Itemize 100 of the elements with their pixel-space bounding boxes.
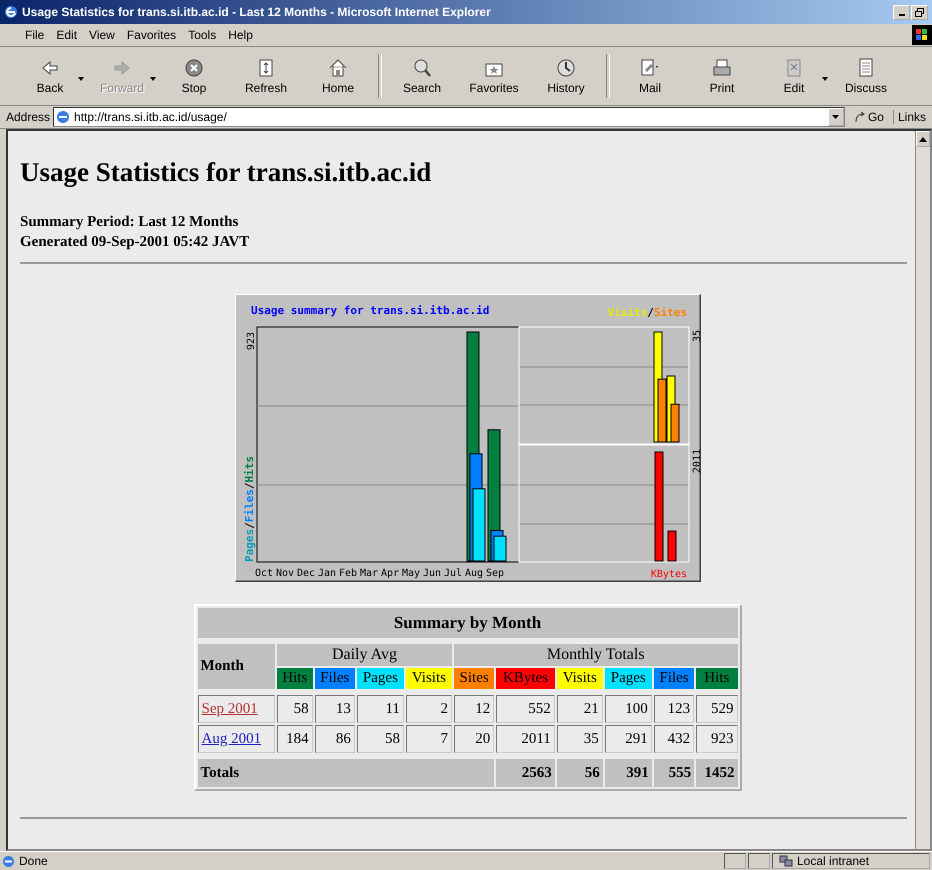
toolbar-button[interactable]: Mail	[614, 50, 686, 102]
chart-legend: Pages/Files/Hits	[242, 456, 256, 562]
toolbar-button[interactable]: Back	[14, 50, 86, 102]
toolbar-button[interactable]: Edit	[758, 50, 830, 102]
month-label: Aug	[464, 568, 483, 579]
print-icon	[711, 58, 733, 78]
table-cell: 432	[654, 725, 694, 753]
up-arrow-icon	[919, 136, 927, 142]
address-label: Address	[6, 110, 50, 124]
dropdown-button[interactable]	[828, 108, 844, 126]
address-field[interactable]: http://trans.si.itb.ac.id/usage/	[53, 107, 845, 127]
chart-legend: Visits/Sites	[607, 306, 686, 319]
toolbar-button[interactable]: Favorites	[458, 50, 530, 102]
month-label: Oct	[254, 568, 273, 579]
menu-item[interactable]: Edit	[51, 28, 82, 42]
toolbar-button[interactable]: Stop	[158, 50, 230, 102]
table-cell: 11	[356, 695, 404, 723]
column-header: Pages	[356, 668, 404, 689]
menu-item[interactable]: View	[84, 28, 120, 42]
stop-icon	[183, 58, 205, 78]
table-cell: 58	[277, 695, 313, 723]
toolbar-button[interactable]: Print	[686, 50, 758, 102]
links-button[interactable]: Links	[892, 110, 930, 124]
group-header: Monthly Totals	[454, 644, 738, 666]
toolbar-button[interactable]: History	[530, 50, 602, 102]
kbytes-bar	[667, 530, 676, 562]
table-cell: 20	[454, 725, 494, 753]
table-cell: 2	[406, 695, 452, 723]
home-icon	[327, 58, 349, 78]
total-cell: 391	[604, 759, 652, 787]
table-cell: 13	[314, 695, 355, 723]
arrow-icon	[854, 111, 866, 123]
total-cell: 1452	[696, 759, 738, 787]
toolbar-button[interactable]: Discuss	[830, 50, 902, 102]
chart-title: Usage summary for trans.si.itb.ac.id	[250, 304, 489, 317]
axis-max-label: 35	[692, 330, 700, 342]
network-icon	[779, 855, 793, 867]
menu-item[interactable]: Tools	[183, 28, 222, 42]
menu-item[interactable]: Favorites	[122, 28, 182, 42]
toolbar-button[interactable]: Search	[386, 50, 458, 102]
group-header: Daily Avg	[277, 644, 452, 666]
summary-period: Summary Period: Last 12 Months	[20, 213, 240, 232]
table-cell: 123	[654, 695, 694, 723]
axis-max-label: 2011	[692, 449, 700, 474]
column-header: Month	[198, 644, 276, 689]
scroll-up-button[interactable]	[916, 131, 930, 147]
table-cell: 35	[556, 725, 603, 753]
month-label: Jul	[443, 568, 462, 579]
table-cell: 2011	[496, 725, 555, 753]
generated-date: Generated 09-Sep-2001 05:42 JAVT	[20, 233, 250, 252]
table-cell: 58	[356, 725, 404, 753]
total-cell: 555	[654, 759, 694, 787]
table-cell: 923	[696, 725, 738, 753]
table-cell: 21	[556, 695, 603, 723]
total-cell: 2563	[496, 759, 555, 787]
column-header: Hits	[277, 668, 313, 689]
history-icon	[555, 58, 577, 78]
status-panel	[724, 853, 746, 869]
month-label: Jan	[317, 568, 336, 579]
month-label: Nov	[275, 568, 294, 579]
toolbar-button[interactable]: Home	[302, 50, 374, 102]
column-header: Hits	[696, 668, 738, 689]
kbytes-label: KBytes	[650, 569, 686, 580]
page-heading: Usage Statistics for trans.si.itb.ac.id	[20, 157, 432, 188]
month-label: Apr	[380, 568, 399, 579]
month-label: Dec	[296, 568, 315, 579]
table-cell: 529	[696, 695, 738, 723]
column-header: KBytes	[496, 668, 555, 689]
table-cell: 291	[604, 725, 652, 753]
table-cell: 100	[604, 695, 652, 723]
month-label: Mar	[359, 568, 378, 579]
column-header: Visits	[406, 668, 452, 689]
month-label: Sep	[485, 568, 504, 579]
restore-icon	[915, 8, 924, 16]
sites-bar	[657, 378, 666, 442]
column-header: Sites	[454, 668, 494, 689]
table-cell: 7	[406, 725, 452, 753]
column-header: Pages	[604, 668, 652, 689]
column-header: Visits	[556, 668, 603, 689]
totals-label: Totals	[198, 759, 494, 787]
table-cell: 552	[496, 695, 555, 723]
security-zone: Local intranet	[772, 853, 930, 869]
go-button[interactable]: Go	[848, 110, 890, 124]
month-label: Feb	[338, 568, 357, 579]
menu-item[interactable]: File	[20, 28, 50, 42]
windows-logo-icon	[912, 25, 932, 45]
mail-icon	[639, 58, 661, 78]
menu-item[interactable]: Help	[223, 28, 258, 42]
pages-bar	[493, 536, 506, 562]
status-panel	[748, 853, 770, 869]
minimize-button[interactable]	[893, 4, 910, 20]
month-label: May	[401, 568, 420, 579]
table-cell: 184	[277, 725, 313, 753]
total-cell: 56	[556, 759, 603, 787]
month-label: Jun	[422, 568, 441, 579]
caret-icon	[822, 77, 828, 81]
table-cell: 12	[454, 695, 494, 723]
browser-logo-icon	[4, 5, 18, 19]
toolbar-button[interactable]: Refresh	[230, 50, 302, 102]
restore-button[interactable]	[911, 4, 928, 20]
